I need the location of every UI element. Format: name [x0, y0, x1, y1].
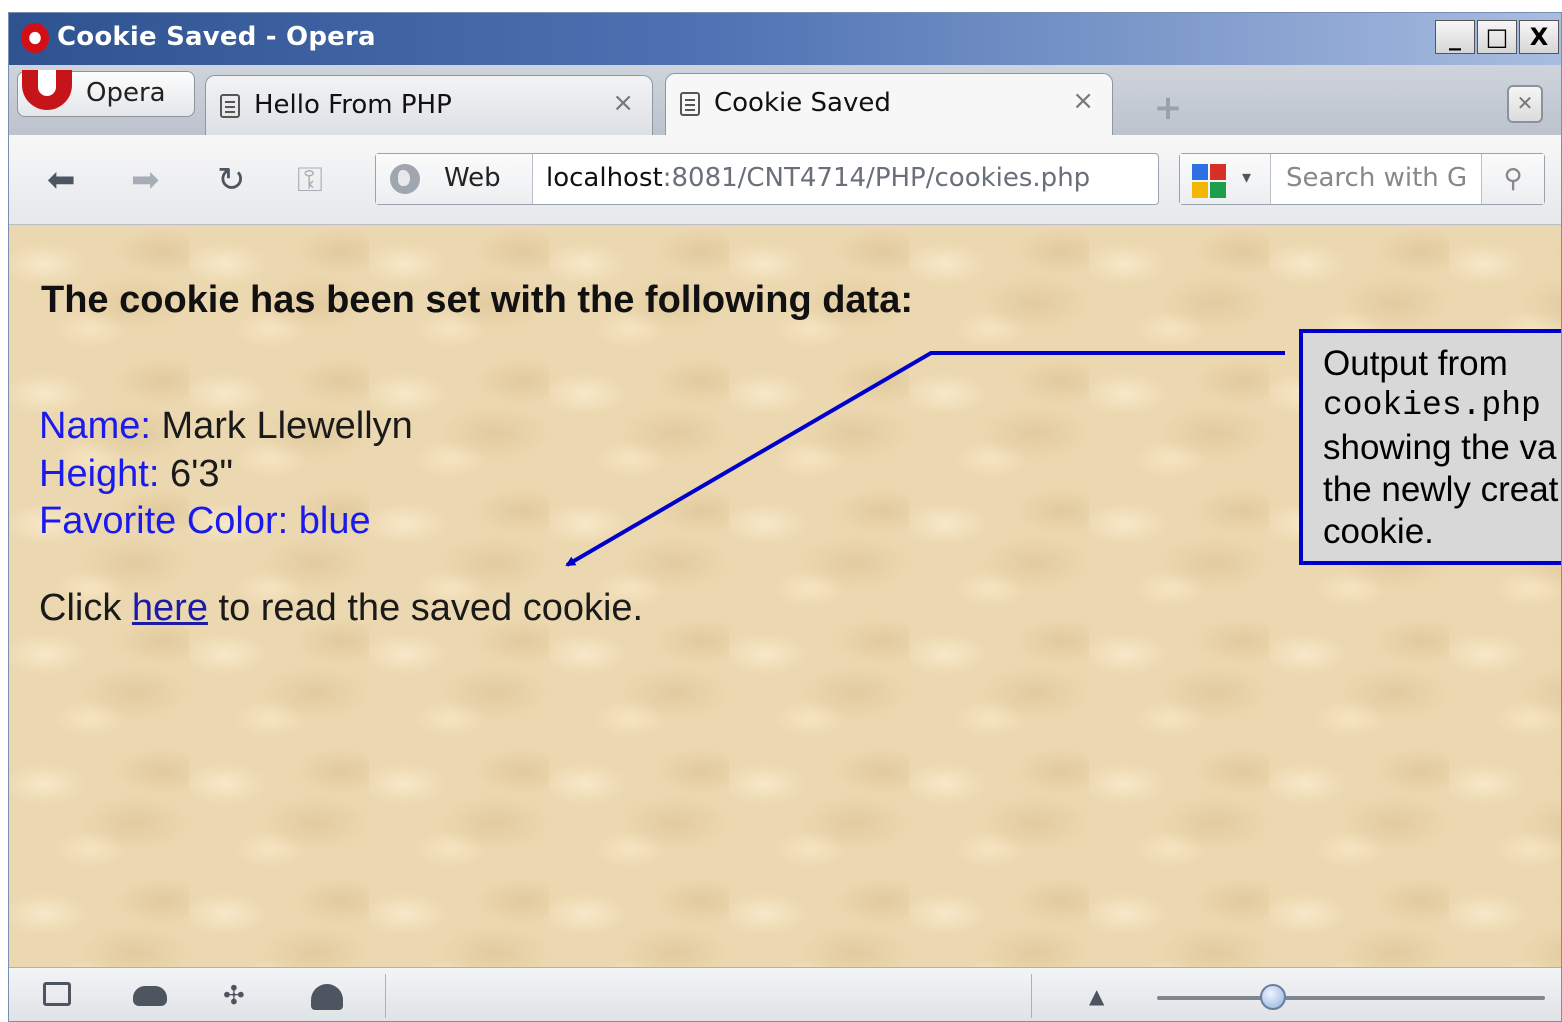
- address-bar[interactable]: Web localhost:8081/CNT4714/PHP/cookies.p…: [375, 153, 1159, 205]
- document-icon: [680, 92, 700, 116]
- maximize-button[interactable]: □: [1477, 20, 1517, 54]
- plus-icon[interactable]: +: [1151, 91, 1185, 127]
- tab-cookie-saved[interactable]: Cookie Saved ×: [665, 73, 1113, 137]
- status-separator: [385, 974, 386, 1018]
- zoom-slider-track[interactable]: [1157, 996, 1545, 1000]
- annotation-callout: Output from cookies.php showing the va t…: [1299, 329, 1561, 565]
- search-box[interactable]: ▾ Search with Go ⚲: [1179, 153, 1545, 205]
- google-icon-part: [1192, 182, 1208, 198]
- search-engine-selector[interactable]: ▾: [1180, 154, 1271, 204]
- reload-icon[interactable]: ↻: [217, 163, 246, 197]
- close-button[interactable]: X: [1519, 20, 1559, 54]
- title-bar: Cookie Saved - Opera _ □ X: [9, 13, 1561, 65]
- tab-close-icon[interactable]: ×: [1072, 86, 1094, 116]
- callout-line-3: showing the va: [1323, 428, 1557, 467]
- tab-label: Cookie Saved: [714, 88, 891, 118]
- opera-logo-icon: [21, 23, 49, 53]
- opera-menu-label: Opera: [86, 78, 166, 108]
- window-title: Cookie Saved - Opera: [57, 22, 376, 52]
- tab-label: Hello From PHP: [254, 90, 452, 120]
- globe-icon: [390, 164, 420, 194]
- opera-o-icon: [22, 70, 72, 110]
- url-host: localhost: [546, 163, 663, 193]
- callout-line-4: the newly creat: [1323, 470, 1559, 509]
- tab-hello-from-php[interactable]: Hello From PHP ×: [205, 75, 653, 135]
- status-bar: ✣ ▲: [9, 967, 1561, 1021]
- search-input[interactable]: Search with Go: [1286, 163, 1466, 193]
- cloud-sync-icon[interactable]: [133, 986, 167, 1006]
- up-arrow-icon[interactable]: ▲: [1089, 984, 1104, 1008]
- callout-line-5: cookie.: [1323, 512, 1434, 551]
- web-badge[interactable]: Web: [376, 154, 533, 204]
- callout-line-2: cookies.php: [1323, 387, 1541, 424]
- forward-arrow-icon[interactable]: ➡: [131, 163, 160, 197]
- google-icon-part: [1210, 164, 1226, 180]
- tab-close-icon[interactable]: ×: [612, 88, 634, 118]
- closed-tabs-trash-icon[interactable]: ✕: [1507, 85, 1543, 123]
- browser-window: Cookie Saved - Opera _ □ X Opera Hello F…: [8, 12, 1562, 1022]
- url-text[interactable]: localhost:8081/CNT4714/PHP/cookies.php: [546, 163, 1090, 193]
- google-icon-part: [1210, 182, 1226, 198]
- chevron-down-icon: ▾: [1242, 167, 1252, 188]
- status-separator: [1031, 974, 1032, 1018]
- key-icon[interactable]: ⚿: [297, 163, 323, 197]
- navigation-bar: ⬅ ➡ ↻ ⚿ Web localhost:8081/CNT4714/PHP/c…: [9, 135, 1561, 225]
- web-label: Web: [444, 163, 501, 193]
- unite-icon[interactable]: ✣: [223, 982, 257, 1010]
- minimize-button[interactable]: _: [1435, 20, 1475, 54]
- tab-strip: Opera Hello From PHP × Cookie Saved × + …: [9, 65, 1561, 137]
- google-icon: [1192, 164, 1208, 180]
- search-magnifier-icon[interactable]: ⚲: [1481, 154, 1544, 204]
- callout-line-1: Output from: [1323, 344, 1508, 383]
- opera-menu-button[interactable]: Opera: [17, 70, 195, 117]
- panel-toggle-icon[interactable]: [43, 982, 71, 1006]
- back-arrow-icon[interactable]: ⬅: [47, 163, 76, 197]
- window-controls: _ □ X: [1435, 20, 1559, 54]
- speed-dial-icon[interactable]: [311, 984, 343, 1010]
- page-content: The cookie has been set with the followi…: [9, 225, 1561, 967]
- document-icon: [220, 94, 240, 118]
- url-path: :8081/CNT4714/PHP/cookies.php: [662, 163, 1091, 193]
- zoom-slider-knob[interactable]: [1260, 984, 1287, 1010]
